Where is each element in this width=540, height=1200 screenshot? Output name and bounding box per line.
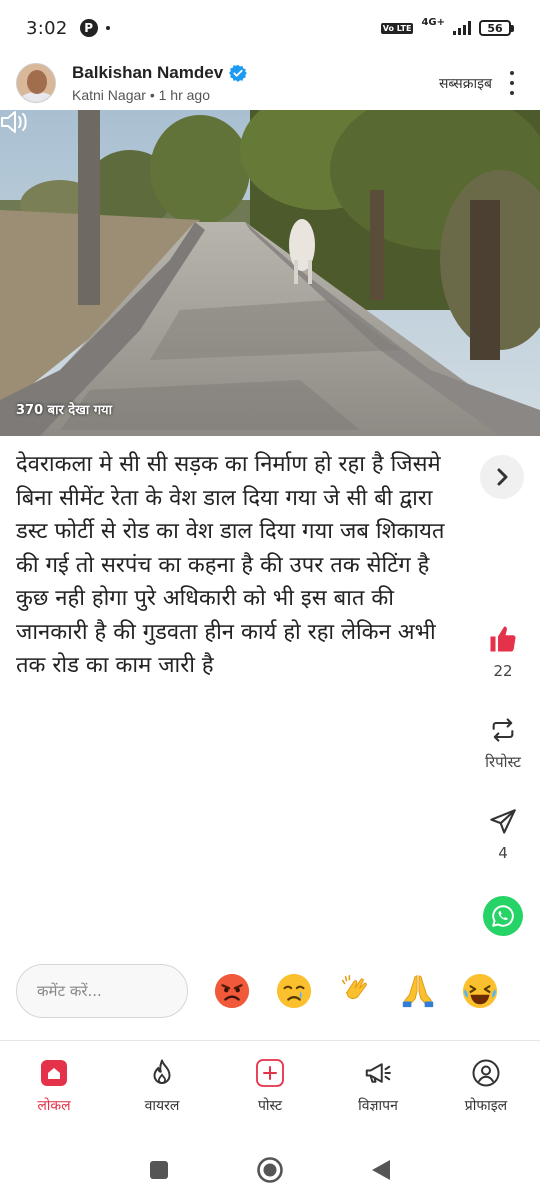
share-count: 4 xyxy=(498,844,508,862)
post-header: Balkishan Namdev Katni Nagar • 1 hr ago … xyxy=(0,56,540,110)
more-options-icon[interactable] xyxy=(506,71,518,95)
nav-item-profile[interactable]: प्रोफाइल xyxy=(432,1050,540,1130)
send-icon xyxy=(490,809,516,834)
repost-label: रिपोस्ट xyxy=(485,753,521,771)
comment-bar xyxy=(16,963,524,1019)
video-frame-image xyxy=(0,110,540,436)
nav-item-post[interactable]: पोस्ट xyxy=(216,1050,324,1130)
next-post-button[interactable] xyxy=(480,455,524,499)
clapping-hands-icon[interactable] xyxy=(336,971,376,1011)
status-bar: 3:02 P Vo LTE 4G+ 56 xyxy=(0,0,540,56)
author-info[interactable]: Balkishan Namdev Katni Nagar • 1 hr ago xyxy=(72,63,248,103)
nav-label-post: पोस्ट xyxy=(257,1098,283,1114)
subscribe-button[interactable]: सब्सक्राइब xyxy=(439,74,492,93)
battery-level: 56 xyxy=(479,20,511,36)
meta-separator: • xyxy=(149,87,159,103)
home-icon xyxy=(41,1060,67,1086)
volte-icon: Vo LTE xyxy=(380,22,414,34)
nav-divider xyxy=(0,1040,540,1041)
post-text: देवराकला मे सी सी सड़क का निर्माण हो रहा… xyxy=(16,452,445,678)
share-button[interactable]: 4 xyxy=(468,808,538,862)
system-nav-bar xyxy=(0,1140,540,1200)
author-name[interactable]: Balkishan Namdev xyxy=(72,63,223,83)
nav-label-local: लोकल xyxy=(37,1098,71,1114)
repost-button[interactable]: रिपोस्ट xyxy=(468,716,538,772)
nav-label-ads: विज्ञापन xyxy=(358,1098,398,1114)
nav-item-ads[interactable]: विज्ञापन xyxy=(324,1050,432,1130)
sound-icon[interactable] xyxy=(0,110,30,134)
thumbs-up-icon xyxy=(490,626,516,652)
signal-icon xyxy=(453,21,471,35)
battery-icon: 56 xyxy=(479,20,514,36)
add-post-icon xyxy=(256,1059,284,1087)
nav-item-local[interactable]: लोकल xyxy=(0,1050,108,1130)
network-type: 4G+ xyxy=(421,16,445,28)
home-button[interactable] xyxy=(256,1156,284,1184)
whatsapp-share-button[interactable] xyxy=(468,896,538,936)
post-time: 1 hr ago xyxy=(158,87,210,103)
comment-input[interactable] xyxy=(16,964,188,1018)
status-indicators: Vo LTE 4G+ 56 xyxy=(380,16,514,36)
like-count: 22 xyxy=(493,662,513,680)
repost-icon xyxy=(492,718,514,742)
back-button[interactable] xyxy=(370,1158,392,1182)
verified-badge-icon xyxy=(229,64,248,82)
crying-emoji-icon[interactable] xyxy=(274,971,314,1011)
recent-apps-button[interactable] xyxy=(148,1159,170,1181)
post-location: Katni Nagar xyxy=(72,87,146,103)
post-meta: Katni Nagar • 1 hr ago xyxy=(72,87,247,103)
profile-icon xyxy=(472,1059,500,1087)
whatsapp-icon xyxy=(483,896,523,936)
nav-label-profile: प्रोफाइल xyxy=(464,1098,508,1114)
folded-hands-icon[interactable] xyxy=(398,971,438,1011)
nav-item-viral[interactable]: वायरल xyxy=(108,1050,216,1130)
view-count: 370 बार देखा गया xyxy=(16,403,112,418)
avatar[interactable] xyxy=(16,63,56,103)
nav-label-viral: वायरल xyxy=(144,1098,180,1114)
megaphone-icon xyxy=(365,1063,391,1083)
post-video[interactable]: 370 बार देखा गया xyxy=(0,110,540,436)
angry-emoji-icon[interactable] xyxy=(212,971,252,1011)
laughing-emoji-icon[interactable] xyxy=(460,971,500,1011)
chevron-right-icon xyxy=(497,468,508,486)
bottom-nav: लोकल वायरल पोस्ट विज्ञापन प्रोफाइल xyxy=(0,1050,540,1130)
more-notifications-dot xyxy=(105,26,110,30)
fire-icon xyxy=(153,1059,171,1084)
status-time: 3:02 xyxy=(26,17,68,39)
notification-icon: P xyxy=(79,19,98,37)
like-button[interactable]: 22 xyxy=(468,624,538,680)
